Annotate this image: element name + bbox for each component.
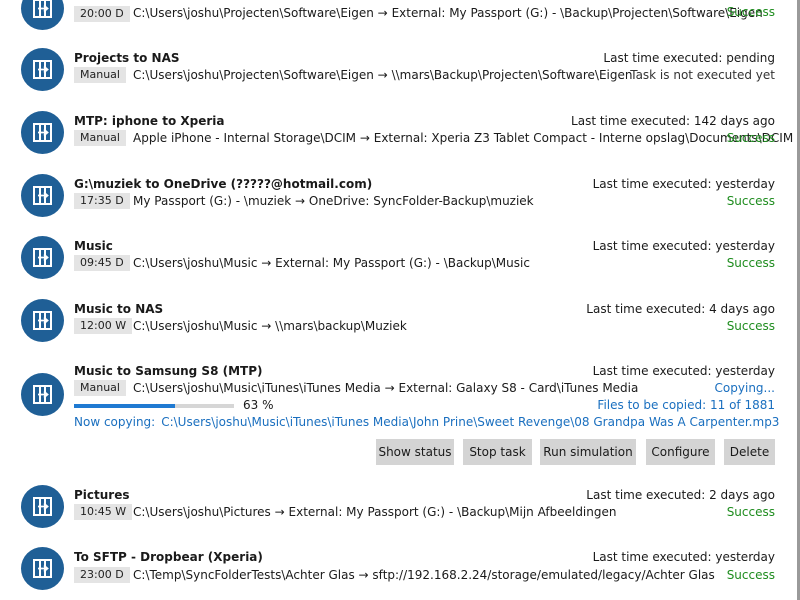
sync-task-icon — [21, 485, 64, 528]
schedule-badge: Manual — [74, 67, 126, 83]
progress-fill — [74, 404, 175, 408]
schedule-badge: 23:00 D — [74, 567, 130, 583]
task-status: Success — [726, 5, 775, 19]
sync-task-icon — [21, 299, 64, 342]
progress-bar — [74, 404, 234, 408]
now-copying: Now copying: C:\Users\joshu\Music\iTunes\… — [74, 415, 779, 429]
task-path: C:\Users\joshu\Music\iTunes\iTunes Media… — [133, 381, 639, 395]
task-path: C:\Users\joshu\Music → \\mars\backup\Muz… — [133, 319, 407, 333]
sync-task-icon — [21, 48, 64, 91]
task-name: Pictures — [74, 488, 130, 502]
task-list: 20:00 D C:\Users\joshu\Projecten\Softwar… — [0, 0, 800, 600]
files-to-copy[interactable]: Files to be copied: 11 of 1881 — [597, 398, 775, 412]
task-name: Music to Samsung S8 (MTP) — [74, 364, 263, 378]
task-status: Success — [726, 568, 775, 582]
progress-percent: 63 % — [243, 398, 274, 412]
task-name: MTP: iphone to Xperia — [74, 114, 225, 128]
run-simulation-button[interactable]: Run simulation — [540, 439, 636, 465]
sync-task-icon — [21, 111, 64, 154]
now-copying-label: Now copying: — [74, 415, 156, 429]
task-name: Projects to NAS — [74, 51, 180, 65]
task-path: C:\Users\joshu\Music → External: My Pass… — [133, 256, 530, 270]
schedule-badge: 12:00 W — [74, 318, 133, 334]
task-status: Success — [726, 131, 775, 145]
stop-task-button[interactable]: Stop task — [463, 439, 532, 465]
task-path: C:\Users\joshu\Projecten\Software\Eigen … — [133, 6, 763, 20]
sync-task-icon — [21, 0, 64, 30]
task-path: C:\Users\joshu\Projecten\Software\Eigen … — [133, 68, 633, 82]
last-executed: Last time executed: 4 days ago — [586, 302, 775, 316]
task-name: To SFTP - Dropbear (Xperia) — [74, 550, 263, 564]
task-path: C:\Users\joshu\Pictures → External: My P… — [133, 505, 617, 519]
task-status: Task is not executed yet — [630, 68, 775, 82]
task-status: Success — [726, 319, 775, 333]
sync-task-icon — [21, 373, 64, 416]
delete-button[interactable]: Delete — [724, 439, 775, 465]
task-status: Success — [726, 505, 775, 519]
task-path: Apple iPhone - Internal Storage\DCIM → E… — [133, 131, 794, 145]
task-status: Success — [726, 256, 775, 270]
task-path: My Passport (G:) - \muziek → OneDrive: S… — [133, 194, 534, 208]
sync-task-icon — [21, 236, 64, 279]
schedule-badge: Manual — [74, 130, 126, 146]
task-status[interactable]: Copying... — [715, 381, 775, 395]
last-executed: Last time executed: 2 days ago — [586, 488, 775, 502]
last-executed: Last time executed: yesterday — [592, 239, 775, 253]
task-path: C:\Temp\SyncFolderTests\Achter Glas → sf… — [133, 568, 715, 582]
task-status: Success — [726, 194, 775, 208]
schedule-badge: Manual — [74, 380, 126, 396]
task-name: G:\muziek to OneDrive (?????@hotmail.com… — [74, 177, 373, 191]
sync-task-icon — [21, 547, 64, 590]
schedule-badge: 10:45 W — [74, 504, 133, 520]
show-status-button[interactable]: Show status — [376, 439, 454, 465]
last-executed: Last time executed: yesterday — [592, 177, 775, 191]
schedule-badge: 09:45 D — [74, 255, 130, 271]
task-name: Music to NAS — [74, 302, 164, 316]
last-executed: Last time executed: yesterday — [592, 364, 775, 378]
schedule-badge: 20:00 D — [74, 6, 130, 22]
last-executed: Last time executed: yesterday — [592, 550, 775, 564]
task-name: Music — [74, 239, 113, 253]
configure-button[interactable]: Configure — [646, 439, 715, 465]
sync-task-icon — [21, 174, 64, 217]
schedule-badge: 17:35 D — [74, 193, 130, 209]
now-copying-path: C:\Users\joshu\Music\iTunes\iTunes Media… — [161, 415, 780, 429]
last-executed: Last time executed: pending — [603, 51, 775, 65]
last-executed: Last time executed: 142 days ago — [571, 114, 775, 128]
